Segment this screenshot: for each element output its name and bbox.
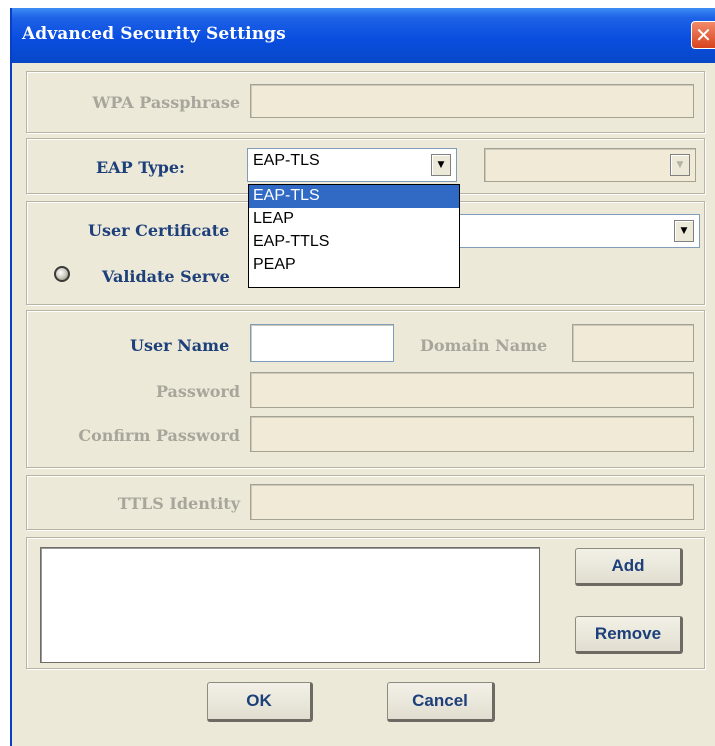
cancel-button[interactable]: Cancel [387,682,495,722]
remove-button-label: Remove [594,624,662,643]
remove-button[interactable]: Remove [575,616,683,654]
add-button[interactable]: Add [575,548,683,586]
user-name-input[interactable] [250,324,394,362]
advanced-security-dialog: Advanced Security Settings ✕ WPA Passphr… [10,8,715,746]
add-button-label: Add [611,556,645,575]
password-label: Password [155,382,240,401]
eap-type-select[interactable]: EAP-TLS ▼ [247,148,457,182]
domain-name-label: Domain Name [420,336,548,355]
chevron-down-icon: ▼ [670,154,690,176]
ttls-identity-label: TTLS Identity [117,494,240,513]
eap-type-label: EAP Type: [96,158,185,177]
confirm-password-input [250,416,694,452]
ok-button[interactable]: OK [207,682,313,722]
validate-server-radio[interactable] [54,266,70,282]
wpa-passphrase-label: WPA Passphrase [92,93,240,112]
user-certificate-label: User Certificate [88,221,230,240]
dropdown-option-eap-tls[interactable]: EAP-TLS [249,185,459,208]
validate-server-label: Validate Serve [102,267,230,286]
user-name-label: User Name [130,336,230,355]
close-button[interactable]: ✕ [691,21,715,49]
ttls-identity-input [250,484,694,520]
confirm-password-label: Confirm Password [78,426,240,445]
ok-button-label: OK [246,691,272,710]
password-input [250,372,694,408]
title-bar[interactable]: Advanced Security Settings ✕ [12,8,715,63]
dropdown-option-leap[interactable]: LEAP [249,208,459,231]
domain-name-input [572,324,694,362]
eap-type-dropdown-list[interactable]: EAP-TLS LEAP EAP-TTLS PEAP [248,184,460,288]
close-icon: ✕ [695,23,712,47]
eap-secondary-select: ▼ [484,148,696,182]
certificate-list[interactable] [40,547,540,663]
window-title: Advanced Security Settings [22,24,286,44]
eap-type-value: EAP-TLS [253,152,320,169]
chevron-down-icon[interactable]: ▼ [431,154,451,176]
wpa-passphrase-input [250,84,694,118]
chevron-down-icon[interactable]: ▼ [674,220,694,242]
cancel-button-label: Cancel [412,691,468,710]
dropdown-option-peap[interactable]: PEAP [249,254,459,277]
dropdown-option-eap-ttls[interactable]: EAP-TTLS [249,231,459,254]
